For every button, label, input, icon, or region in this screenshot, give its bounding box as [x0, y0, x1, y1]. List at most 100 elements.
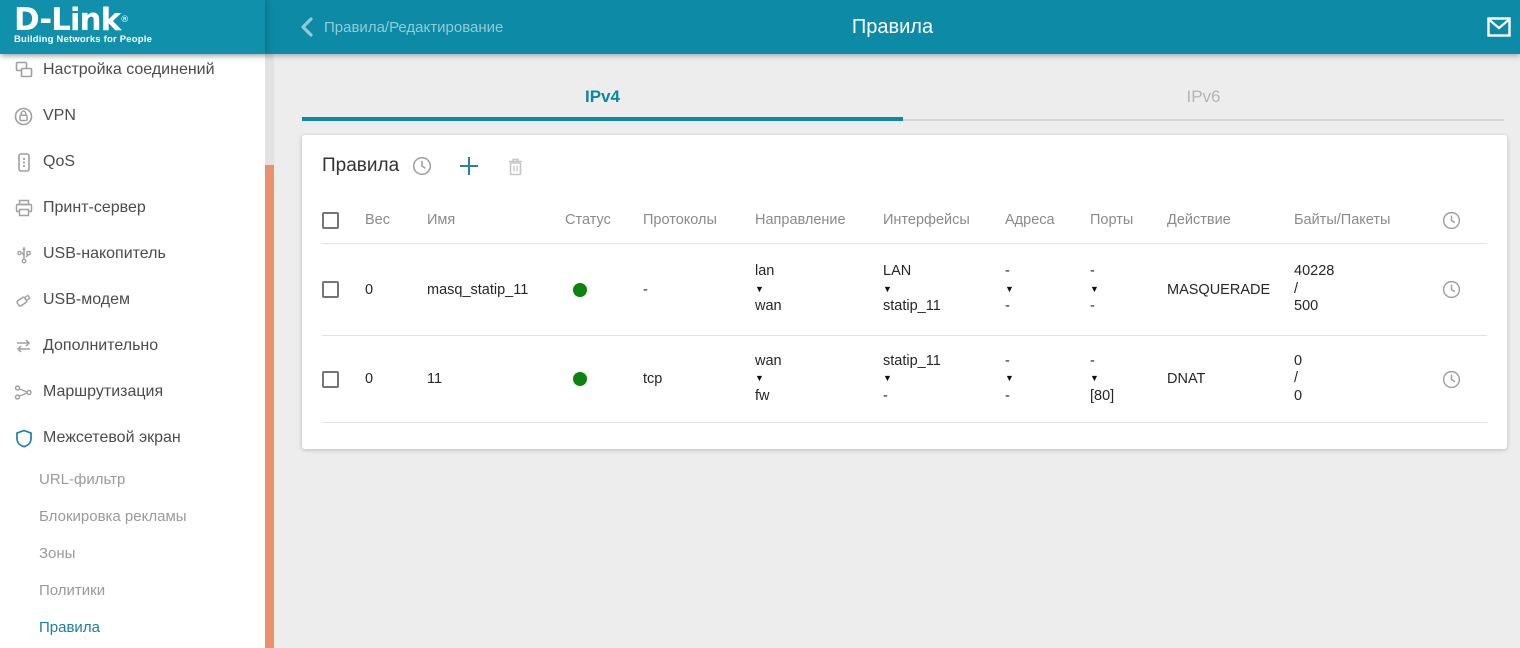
row-checkbox[interactable]	[322, 281, 339, 298]
tab-ipv6[interactable]: IPv6	[903, 54, 1504, 121]
breadcrumb-label: Правила/Редактирование	[324, 19, 503, 36]
col-action: Действие	[1167, 212, 1294, 228]
sidebar-item-usb-modem[interactable]: USB-модем	[0, 277, 265, 323]
sidebar-item-routing[interactable]: Маршрутизация	[0, 369, 265, 415]
connections-icon	[14, 61, 33, 80]
rule-action: DNAT	[1167, 371, 1294, 387]
sidebar-item-label: Дополнительно	[43, 337, 158, 355]
arrow-down-icon: ▼	[755, 281, 883, 299]
col-ports: Порты	[1090, 212, 1167, 228]
sidebar-subitem-label: URL-фильтр	[39, 471, 125, 488]
mail-icon[interactable]	[1487, 16, 1511, 38]
rules-table: Вес Имя Статус Протоколы Направление Инт…	[322, 197, 1487, 423]
arrow-down-icon: ▼	[883, 370, 1005, 388]
registered-mark: ®	[120, 15, 128, 25]
rule-interfaces: LAN ▼ statip_11	[883, 263, 1005, 316]
dlink-tagline: Building Networks for People	[14, 34, 265, 45]
sidebar-item-label: Принт-сервер	[43, 199, 146, 217]
sidebar-subitem-label: Правила	[39, 619, 100, 636]
sidebar-scrollbar-thumb[interactable]	[265, 165, 274, 648]
rule-schedule-clock-icon[interactable]	[1437, 370, 1487, 389]
rule-name: 11	[427, 371, 565, 387]
rule-direction: wan ▼ fw	[755, 353, 883, 406]
sidebar-scrollbar-track[interactable]	[265, 54, 274, 648]
col-addresses: Адреса	[1005, 212, 1090, 228]
dlink-logo: D-Link® Building Networks for People	[0, 0, 265, 54]
sidebar-item-label: Межсетевой экран	[43, 429, 181, 447]
dlink-logo-text: D-Link®	[14, 6, 265, 34]
col-status: Статус	[565, 212, 643, 228]
rule-ports: - ▼ -	[1090, 263, 1167, 316]
sidebar-item-qos[interactable]: QoS	[0, 139, 265, 185]
schedule-clock-icon[interactable]	[412, 156, 432, 176]
table-row[interactable]: 0 11 tcp wan ▼ fw statip_11 ▼ - - ▼ -	[322, 336, 1487, 423]
select-all-checkbox[interactable]	[322, 212, 339, 229]
shield-icon	[14, 429, 33, 448]
table-header-row: Вес Имя Статус Протоколы Направление Инт…	[322, 197, 1487, 244]
add-rule-icon[interactable]	[458, 155, 480, 177]
sidebar-subitem-rules[interactable]: Правила	[0, 609, 265, 646]
app-header: D-Link® Building Networks for People Пра…	[0, 0, 1520, 54]
sidebar-subitem-label: Блокировка рекламы	[39, 508, 187, 525]
rule-bytes-packets: 0 / 0	[1294, 353, 1437, 406]
printer-icon	[14, 199, 33, 218]
sidebar-item-connections[interactable]: Настройка соединений	[0, 54, 265, 93]
status-enabled-dot	[573, 283, 587, 297]
sidebar-item-label: Маршрутизация	[43, 383, 163, 401]
rule-bytes-packets: 40228 / 500	[1294, 263, 1437, 316]
rule-weight: 0	[365, 371, 427, 387]
qos-icon	[14, 153, 33, 172]
col-direction: Направление	[755, 212, 883, 228]
status-enabled-dot	[573, 372, 587, 386]
rule-addresses: - ▼ -	[1005, 353, 1090, 406]
col-schedule-clock-icon	[1437, 211, 1487, 230]
sidebar-item-firewall[interactable]: Межсетевой экран	[0, 415, 265, 461]
sidebar-item-advanced[interactable]: Дополнительно	[0, 323, 265, 369]
sidebar-subitem-url-filter[interactable]: URL-фильтр	[0, 461, 265, 498]
transfer-arrows-icon	[14, 337, 33, 356]
table-row[interactable]: 0 masq_statip_11 - lan ▼ wan LAN ▼ stati…	[322, 244, 1487, 336]
tab-ipv4[interactable]: IPv4	[302, 54, 903, 121]
arrow-down-icon: ▼	[1005, 370, 1090, 388]
routing-icon	[14, 383, 33, 402]
sidebar-item-vpn[interactable]: VPN	[0, 93, 265, 139]
main-content: IPv4 IPv6 Правила Вес Имя Статус	[274, 54, 1520, 648]
tab-ipv4-label: IPv4	[585, 87, 620, 107]
sidebar-item-print-server[interactable]: Принт-сервер	[0, 185, 265, 231]
sidebar-item-label: USB-накопитель	[43, 245, 166, 263]
sidebar-subitem-label: Политики	[39, 582, 105, 599]
sidebar-item-usb-storage[interactable]: USB-накопитель	[0, 231, 265, 277]
rule-ports: - ▼ [80]	[1090, 353, 1167, 406]
rule-schedule-clock-icon[interactable]	[1437, 280, 1487, 299]
rule-protocols: -	[643, 282, 755, 298]
arrow-down-icon: ▼	[1090, 370, 1167, 388]
col-bytes: Байты/Пакеты	[1294, 212, 1437, 228]
sidebar-item-label: Настройка соединений	[43, 61, 215, 79]
col-name: Имя	[427, 212, 565, 228]
sidebar-subitem-zones[interactable]: Зоны	[0, 535, 265, 572]
arrow-down-icon: ▼	[755, 370, 883, 388]
rule-interfaces: statip_11 ▼ -	[883, 353, 1005, 406]
sidebar-subitem-policies[interactable]: Политики	[0, 572, 265, 609]
breadcrumb[interactable]: Правила/Редактирование	[300, 0, 503, 54]
tab-bar: IPv4 IPv6	[302, 54, 1505, 121]
arrow-down-icon: ▼	[1090, 281, 1167, 299]
rule-name: masq_statip_11	[427, 282, 565, 298]
rule-protocols: tcp	[643, 371, 755, 387]
col-weight: Вес	[365, 212, 427, 228]
vpn-lock-icon	[14, 107, 33, 126]
sidebar-subitem-ad-block[interactable]: Блокировка рекламы	[0, 498, 265, 535]
col-interfaces: Интерфейсы	[883, 212, 1005, 228]
sidebar-item-label: QoS	[43, 153, 75, 171]
rule-action: MASQUERADE	[1167, 282, 1294, 298]
arrow-down-icon: ▼	[1005, 281, 1090, 299]
sidebar-item-label: VPN	[43, 107, 76, 125]
rules-card: Правила Вес Имя Статус Протоколы Направл…	[302, 135, 1507, 449]
row-checkbox[interactable]	[322, 371, 339, 388]
sidebar-item-label: USB-модем	[43, 291, 130, 309]
rule-direction: lan ▼ wan	[755, 263, 883, 316]
tab-ipv6-label: IPv6	[1186, 87, 1220, 107]
delete-rule-icon[interactable]	[507, 157, 524, 176]
card-title: Правила	[322, 155, 399, 177]
usb-icon	[14, 245, 33, 264]
